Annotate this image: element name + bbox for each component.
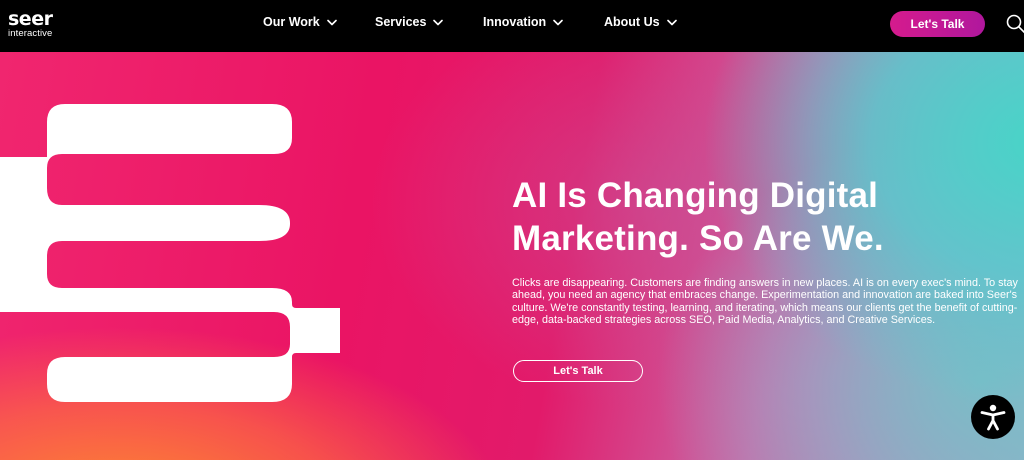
chevron-down-icon xyxy=(553,19,564,25)
hero-heading: AI Is Changing Digital Marketing. So Are… xyxy=(512,174,1012,260)
hero-heading-line-1: AI Is Changing Digital xyxy=(512,176,879,215)
hero-section: AI Is Changing Digital Marketing. So Are… xyxy=(0,52,1024,460)
logo-wordmark: seer xyxy=(8,8,53,30)
nav-item-services[interactable]: Services xyxy=(375,15,444,29)
search-icon[interactable] xyxy=(1006,14,1024,34)
seer-e-graphic xyxy=(0,104,340,402)
logo-tagline: interactive xyxy=(8,28,53,39)
hero-heading-line-2: Marketing. So Are We. xyxy=(512,219,884,258)
accessibility-button[interactable] xyxy=(971,395,1015,439)
hero-description: Clicks are disappearing. Customers are f… xyxy=(512,277,1018,327)
nav-item-our-work[interactable]: Our Work xyxy=(263,15,337,29)
nav-item-innovation[interactable]: Innovation xyxy=(483,15,564,29)
seer-logo[interactable]: seer interactive xyxy=(8,8,53,39)
lets-talk-button[interactable]: Let's Talk xyxy=(890,11,985,37)
nav-item-label: Our Work xyxy=(263,15,320,29)
nav-item-about-us[interactable]: About Us xyxy=(604,15,677,29)
nav-item-label: Innovation xyxy=(483,15,547,29)
nav-item-label: About Us xyxy=(604,15,660,29)
hero-lets-talk-button[interactable]: Let's Talk xyxy=(513,360,643,382)
top-nav: seer interactive Our Work Services Innov… xyxy=(0,0,1024,52)
chevron-down-icon xyxy=(666,19,677,25)
accessibility-icon xyxy=(980,404,1006,431)
chevron-down-icon xyxy=(433,19,444,25)
chevron-down-icon xyxy=(326,19,337,25)
nav-item-label: Services xyxy=(375,15,427,29)
